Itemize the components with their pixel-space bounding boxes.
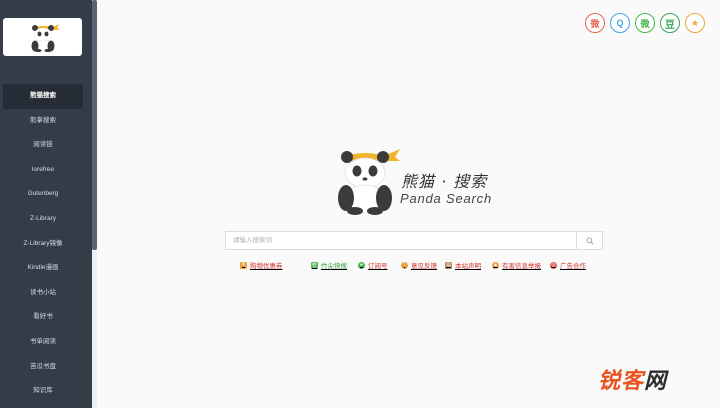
statement-icon: ▤ [445, 261, 452, 269]
search-button[interactable] [576, 232, 602, 249]
sidebar-item-yuedulian[interactable]: 阅读链 [0, 133, 86, 158]
wechat-small-icon: ● [358, 261, 365, 269]
sidebar-logo[interactable] [3, 18, 82, 56]
sidebar-item-shudan[interactable]: 书单阅读 [0, 330, 86, 355]
link-feedback[interactable]: ! 意见反馈 [401, 260, 437, 270]
scrollbar-thumb[interactable] [92, 0, 97, 250]
wechat-icon[interactable]: 微 [635, 13, 655, 33]
sidebar-item-kanhaoshu[interactable]: 看好书 [0, 305, 86, 330]
sidebar-nav: 熊猫搜索 熊掌搜索 阅读链 lorefree Gutenberg Z-Libra… [0, 84, 86, 404]
sidebar-item-gutenberg[interactable]: Gutenberg [0, 182, 86, 207]
weibo-icon[interactable]: 微 [585, 13, 605, 33]
sidebar-item-zlibrary-mirror[interactable]: Z-Library镜像 [0, 232, 86, 257]
feedback-icon: ! [401, 261, 408, 269]
panda-mascot-icon [338, 149, 400, 215]
ad-icon: ◎ [550, 261, 557, 269]
sidebar-item-dushu[interactable]: 读书小站 [0, 281, 86, 306]
panda-logo-icon [31, 24, 60, 52]
brand-title-en: Panda Search [400, 191, 492, 206]
qq-icon[interactable]: Q [610, 13, 630, 33]
link-subscription[interactable]: ● 订阅号 [358, 260, 388, 270]
brand-logo: 熊猫 · 搜索 Panda Search [330, 143, 510, 223]
sidebar-item-zlibrary[interactable]: Z-Library [0, 207, 86, 232]
search-icon [586, 237, 594, 245]
search-bar [225, 231, 603, 250]
link-report[interactable]: ▲ 有害信息举报 [492, 260, 541, 270]
sidebar-item-lorefree[interactable]: lorefree [0, 158, 86, 183]
link-advertising[interactable]: ◎ 广告合作 [550, 260, 586, 270]
social-links: 微 Q 微 豆 ★ [585, 13, 705, 33]
douban-icon[interactable]: 豆 [660, 13, 680, 33]
sidebar-item-kindle-comics[interactable]: Kindle漫画 [0, 256, 86, 281]
sidebar: 熊猫搜索 熊掌搜索 阅读链 lorefree Gutenberg Z-Libra… [0, 0, 92, 408]
watermark: 锐客网 [598, 369, 668, 394]
warning-icon: ▲ [492, 261, 499, 269]
sidebar-item-zhishiku[interactable]: 知识库 [0, 379, 86, 404]
favorite-star-icon[interactable]: ★ [685, 13, 705, 33]
link-bamboo-search[interactable]: 竹 竹尖快搜 [311, 260, 347, 270]
brand-title-cn: 熊猫 · 搜索 [401, 172, 488, 191]
coupon-icon: ¥ [240, 261, 247, 269]
sidebar-item-xiongzhang[interactable]: 熊掌搜索 [0, 109, 86, 134]
sidebar-item-kugua[interactable]: 苦瓜书盘 [0, 355, 86, 380]
sidebar-scrollbar[interactable] [92, 0, 97, 408]
search-input[interactable] [226, 232, 578, 249]
link-statement[interactable]: ▤ 本站声明 [445, 260, 481, 270]
bamboo-icon: 竹 [311, 261, 318, 269]
link-coupon[interactable]: ¥ 购物优惠券 [240, 260, 283, 270]
sidebar-item-panda-search[interactable]: 熊猫搜索 [3, 84, 83, 109]
